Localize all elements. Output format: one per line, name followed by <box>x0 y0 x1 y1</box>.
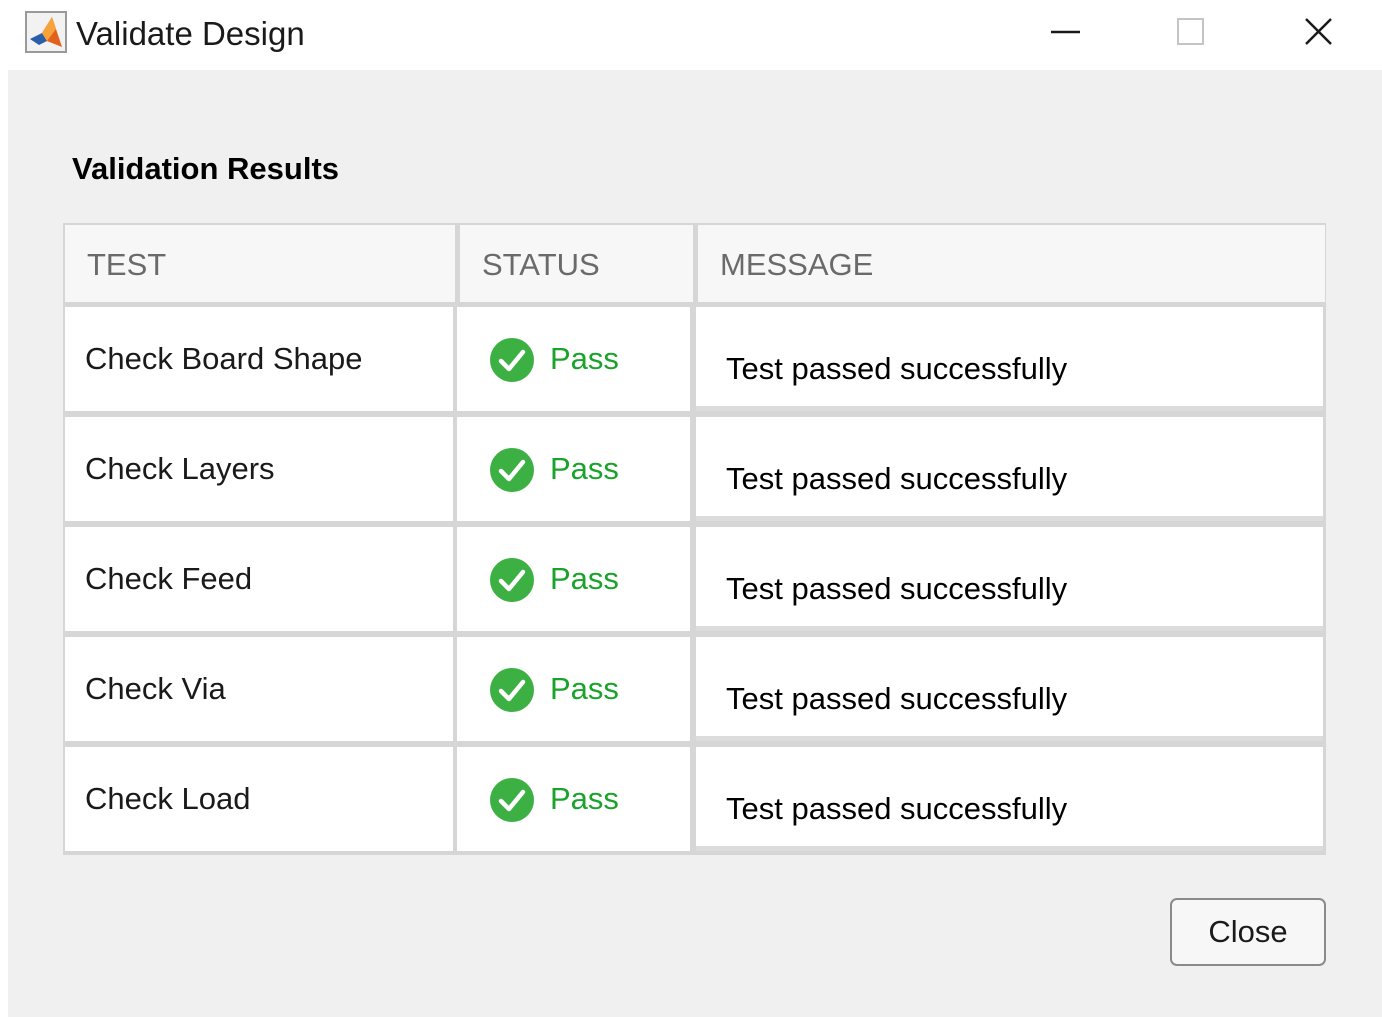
status-text: Pass <box>550 341 619 376</box>
minimize-icon <box>1051 30 1080 34</box>
test-name: Check Board Shape <box>85 341 363 376</box>
message-text: Test passed successfully <box>726 571 1068 606</box>
table-row[interactable]: Check Load Pass Test passed successfully <box>63 747 1326 851</box>
status-text: Pass <box>550 451 619 486</box>
status-cell: Pass <box>457 307 690 411</box>
test-name: Check Feed <box>85 561 253 596</box>
status-cell: Pass <box>457 637 690 741</box>
title-bar[interactable]: Validate Design <box>0 0 1382 70</box>
message-cell: Test passed successfully <box>696 527 1323 631</box>
status-text: Pass <box>550 671 619 706</box>
close-button[interactable]: Close <box>1170 898 1326 966</box>
message-text: Test passed successfully <box>726 681 1068 716</box>
status-text: Pass <box>550 561 619 596</box>
column-header-test[interactable]: TEST <box>65 225 455 302</box>
test-cell: Check Feed <box>65 527 453 631</box>
window-title: Validate Design <box>76 15 305 52</box>
matlab-icon <box>25 11 67 53</box>
status-cell: Pass <box>457 417 690 521</box>
results-table: TEST STATUS MESSAGE Check Board Shape Pa… <box>63 223 1326 855</box>
message-cell: Test passed successfully <box>696 417 1323 521</box>
column-header-label: STATUS <box>482 247 600 282</box>
message-cell: Test passed successfully <box>696 307 1323 411</box>
table-row[interactable]: Check Via Pass Test passed successfully <box>63 637 1326 741</box>
check-circle-icon <box>490 778 534 822</box>
column-header-message[interactable]: MESSAGE <box>698 225 1325 302</box>
test-cell: Check Load <box>65 747 453 851</box>
message-cell: Test passed successfully <box>696 747 1323 851</box>
test-cell: Check Via <box>65 637 453 741</box>
table-row[interactable]: Check Board Shape Pass Test passed succe… <box>63 307 1326 411</box>
column-header-label: MESSAGE <box>720 247 874 282</box>
message-text: Test passed successfully <box>726 791 1068 826</box>
window-close-button[interactable] <box>1258 0 1378 64</box>
close-icon <box>1305 18 1332 45</box>
column-header-status[interactable]: STATUS <box>460 225 693 302</box>
close-button-label: Close <box>1208 914 1288 949</box>
test-name: Check Via <box>85 671 226 706</box>
dialog-body: Validation Results TEST STATUS MESSAGE C… <box>8 70 1382 1017</box>
table-row[interactable]: Check Layers Pass Test passed successful… <box>63 417 1326 521</box>
test-name: Check Load <box>85 781 251 816</box>
section-title: Validation Results <box>72 151 340 186</box>
message-text: Test passed successfully <box>726 351 1068 386</box>
message-cell: Test passed successfully <box>696 637 1323 741</box>
test-cell: Check Board Shape <box>65 307 453 411</box>
status-text: Pass <box>550 781 619 816</box>
message-text: Test passed successfully <box>726 461 1068 496</box>
test-cell: Check Layers <box>65 417 453 521</box>
status-cell: Pass <box>457 747 690 851</box>
table-row[interactable]: Check Feed Pass Test passed successfully <box>63 527 1326 631</box>
minimize-button[interactable] <box>1005 0 1125 64</box>
test-name: Check Layers <box>85 451 275 486</box>
check-circle-icon <box>490 338 534 382</box>
check-circle-icon <box>490 558 534 602</box>
maximize-button[interactable] <box>1130 0 1250 64</box>
maximize-icon <box>1177 18 1204 45</box>
column-header-label: TEST <box>87 247 167 282</box>
check-circle-icon <box>490 448 534 492</box>
validate-design-window: Validate Design Validation Results TEST <box>0 0 1382 1017</box>
status-cell: Pass <box>457 527 690 631</box>
check-circle-icon <box>490 668 534 712</box>
